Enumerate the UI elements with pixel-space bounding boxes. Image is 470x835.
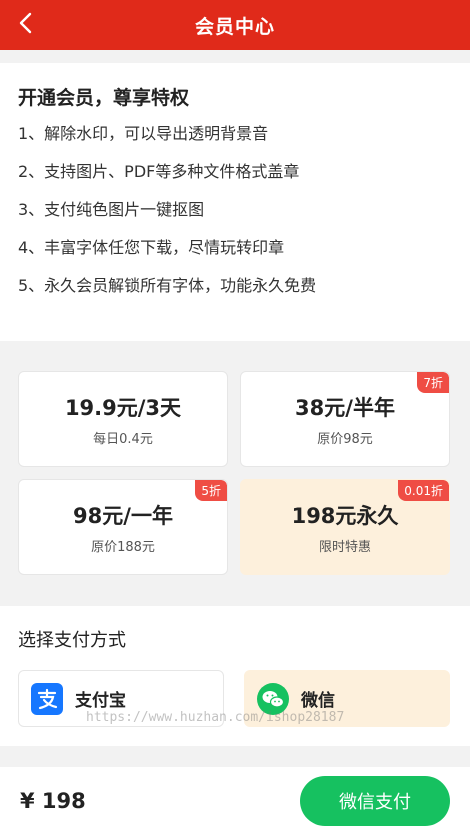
plan-subtitle: 限时特惠 xyxy=(318,539,371,555)
total-price: ¥ 198 xyxy=(20,789,86,813)
payment-option-alipay[interactable]: 支付宝 xyxy=(18,670,224,727)
benefits-heading: 开通会员，尊享特权 xyxy=(18,87,190,109)
back-button[interactable] xyxy=(10,6,40,40)
benefit-item: 4、丰富字体任您下载，尽情玩转印章 xyxy=(18,238,285,257)
app-header: 会员中心 xyxy=(0,0,470,50)
wechat-pay-button[interactable]: 微信支付 xyxy=(300,776,450,826)
alipay-icon xyxy=(31,682,63,715)
plan-price: 38元/半年 xyxy=(295,395,395,420)
discount-badge: 5折 xyxy=(195,480,227,501)
benefit-item: 3、支付纯色图片一键抠图 xyxy=(18,200,205,219)
plan-subtitle: 每日0.4元 xyxy=(93,431,153,447)
plan-price: 19.9元/3天 xyxy=(64,395,182,420)
plan-card-year[interactable]: 98元/一年 原价188元 5折 xyxy=(18,479,228,575)
payment-option-label: 微信 xyxy=(301,691,335,711)
benefit-item: 5、永久会员解锁所有字体，功能永久免费 xyxy=(18,276,317,295)
benefits-panel: 开通会员，尊享特权 1、解除水印，可以导出透明背景音 2、支持图片、PDF等多种… xyxy=(0,63,470,341)
payment-option-wechat[interactable]: 微信 xyxy=(244,670,450,727)
plan-grid: 19.9元/3天 每日0.4元 38元/半年 原价98元 7折 98元/一年 原… xyxy=(18,371,450,575)
plan-card-3day[interactable]: 19.9元/3天 每日0.4元 xyxy=(18,371,228,467)
discount-badge: 0.01折 xyxy=(398,480,449,501)
plan-price: 198元永久 xyxy=(291,503,399,528)
chevron-left-icon xyxy=(19,12,32,34)
plan-card-halfyear[interactable]: 38元/半年 原价98元 7折 xyxy=(240,371,450,467)
discount-badge: 7折 xyxy=(417,372,449,393)
wechat-icon xyxy=(257,682,289,715)
benefit-item: 1、解除水印，可以导出透明背景音 xyxy=(18,124,269,143)
payment-option-label: 支付宝 xyxy=(75,691,126,711)
plan-card-lifetime[interactable]: 198元永久 限时特惠 0.01折 xyxy=(240,479,450,575)
benefit-item: 2、支持图片、PDF等多种文件格式盖章 xyxy=(18,162,300,181)
plan-subtitle: 原价188元 xyxy=(91,539,155,555)
plan-subtitle: 原价98元 xyxy=(317,431,373,447)
page-title: 会员中心 xyxy=(194,15,275,38)
checkout-bar: ¥ 198 微信支付 xyxy=(0,767,470,835)
plan-price: 98元/一年 xyxy=(73,503,173,528)
payment-heading: 选择支付方式 xyxy=(18,630,126,651)
payment-panel: 选择支付方式 支付宝 微信 xyxy=(0,606,470,746)
